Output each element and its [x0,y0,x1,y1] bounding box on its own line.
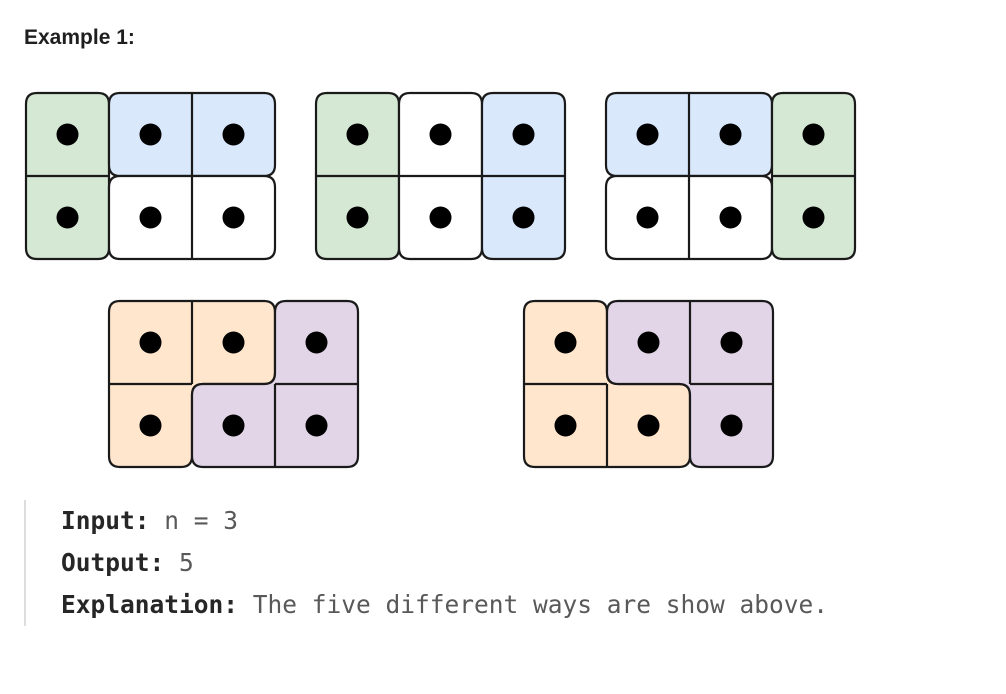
cell-dot [429,123,452,146]
cell-dot [636,206,659,229]
cell-dot [720,331,743,354]
output-label: Output: [61,548,165,577]
cell-dot [56,206,79,229]
cell-dot [222,206,245,229]
cell-dot [636,123,659,146]
cell-dot [56,123,79,146]
tiling-1 [24,91,277,261]
cell-dot [554,414,577,437]
explanation-line: Explanation: The five different ways are… [61,584,1006,626]
explanation-label: Explanation: [61,590,239,619]
input-label: Input: [61,506,150,535]
tiling-2 [314,91,567,261]
cell-dot [139,331,162,354]
cell-dot [637,331,660,354]
cell-dot [346,123,369,146]
cell-dot [720,414,743,437]
cell-dot [429,206,452,229]
explanation-value: The five different ways are show above. [252,590,829,619]
cell-dot [222,331,245,354]
output-line: Output: 5 [61,542,1006,584]
tiling-4 [107,299,360,469]
cell-dot [139,414,162,437]
example-io-block: Input: n = 3 Output: 5 Explanation: The … [24,500,1006,626]
cell-dot [305,331,328,354]
cell-dot [802,206,825,229]
cell-dot [512,123,535,146]
cell-dot [802,123,825,146]
cell-dot [305,414,328,437]
tiling-3 [604,91,857,261]
cell-dot [139,206,162,229]
output-value: 5 [179,548,194,577]
cell-dot [719,206,742,229]
input-value: n = 3 [164,506,239,535]
cell-dot [512,206,535,229]
cell-dot [637,414,660,437]
cell-dot [139,123,162,146]
cell-dot [346,206,369,229]
cell-dot [222,414,245,437]
cell-dot [222,123,245,146]
tiling-5 [522,299,775,469]
cell-dot [719,123,742,146]
input-line: Input: n = 3 [61,500,1006,542]
cell-dot [554,331,577,354]
